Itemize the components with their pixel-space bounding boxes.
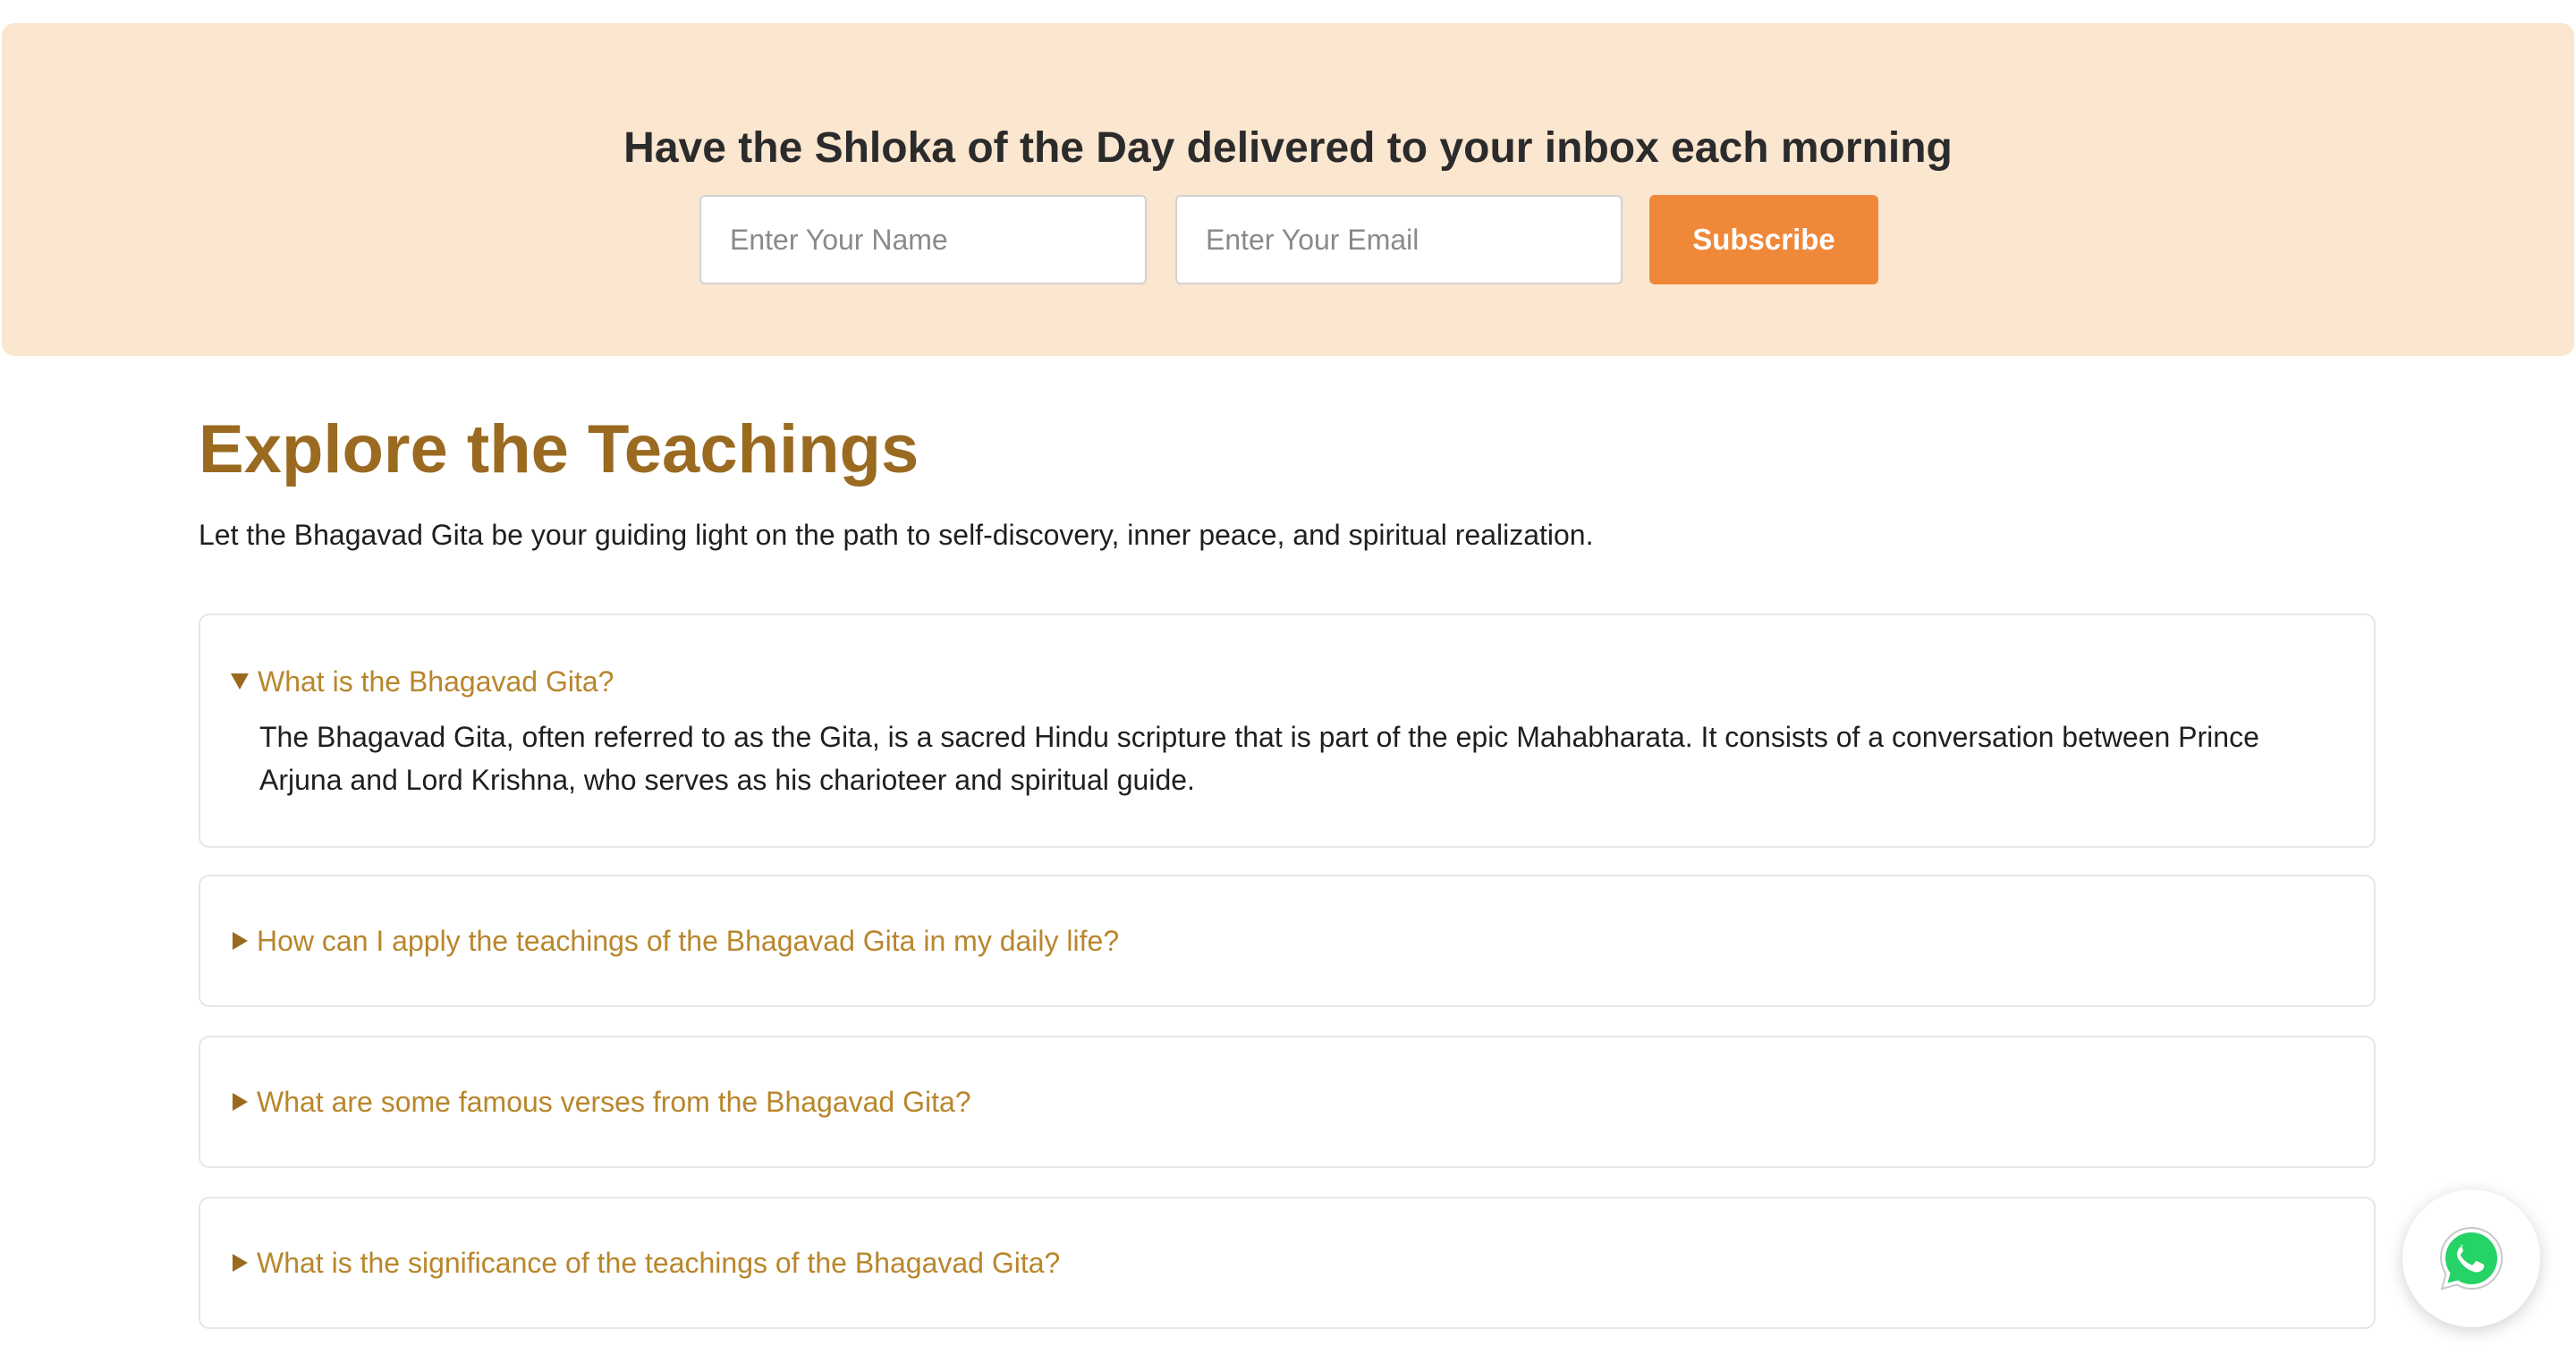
faq-question-label: What is the Bhagavad Gita? xyxy=(258,665,614,698)
newsletter-banner: Have the Shloka of the Day delivered to … xyxy=(2,23,2574,356)
email-input[interactable] xyxy=(1175,195,1623,284)
subscribe-button[interactable]: Subscribe xyxy=(1649,195,1878,284)
faq-question-label: What is the significance of the teaching… xyxy=(257,1247,1061,1279)
caret-right-icon xyxy=(233,1093,248,1111)
faq-answer: The Bhagavad Gita, often referred to as … xyxy=(259,721,2259,796)
newsletter-title: Have the Shloka of the Day delivered to … xyxy=(623,124,1953,172)
whatsapp-chat-button[interactable] xyxy=(2402,1189,2540,1327)
faq-item: What is the significance of the teaching… xyxy=(199,1197,2376,1329)
faq-item: How can I apply the teachings of the Bha… xyxy=(199,875,2376,1007)
faq-item: What are some famous verses from the Bha… xyxy=(199,1036,2376,1168)
whatsapp-icon xyxy=(2439,1226,2504,1291)
teachings-title: Explore the Teachings xyxy=(199,411,919,487)
faq-question[interactable]: What are some famous verses from the Bha… xyxy=(231,1084,971,1120)
faq-item: What is the Bhagavad Gita? The Bhagavad … xyxy=(199,614,2376,848)
teachings-intro: Let the Bhagavad Gita be your guiding li… xyxy=(199,519,1594,551)
faq-question[interactable]: How can I apply the teachings of the Bha… xyxy=(231,923,1119,959)
caret-down-icon xyxy=(231,673,249,690)
faq-question[interactable]: What is the Bhagavad Gita? xyxy=(231,664,614,699)
name-input[interactable] xyxy=(699,195,1147,284)
caret-right-icon xyxy=(233,1254,248,1272)
faq-question[interactable]: What is the significance of the teaching… xyxy=(231,1245,1060,1281)
faq-question-label: What are some famous verses from the Bha… xyxy=(257,1086,971,1118)
faq-question-label: How can I apply the teachings of the Bha… xyxy=(257,925,1120,957)
caret-right-icon xyxy=(233,932,248,950)
